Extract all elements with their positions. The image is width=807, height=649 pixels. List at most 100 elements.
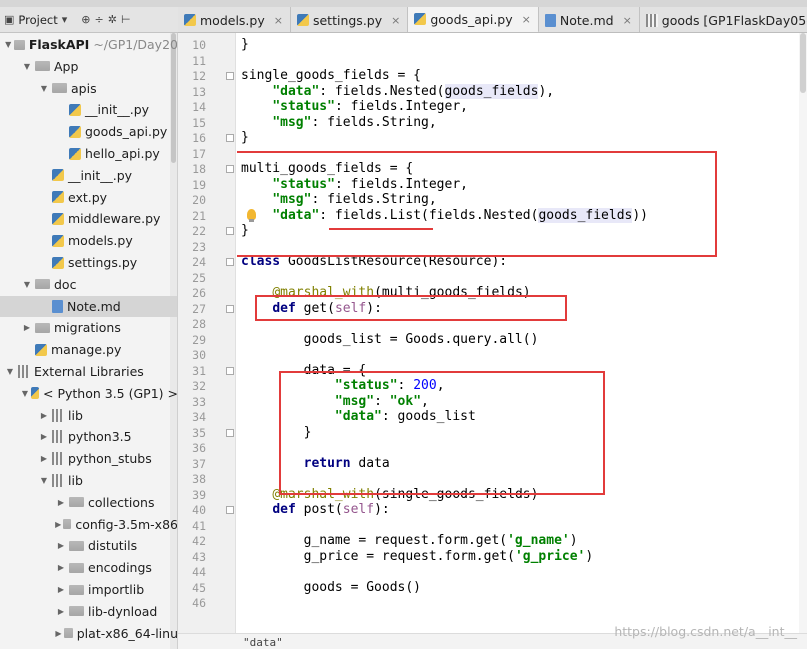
- tree-item[interactable]: goods_api.py: [0, 121, 177, 142]
- line-number: 30: [192, 348, 206, 362]
- fold-marker-icon[interactable]: [226, 227, 234, 235]
- fold-marker-icon[interactable]: [226, 366, 234, 375]
- fold-marker-icon[interactable]: [226, 506, 234, 514]
- tree-item[interactable]: ▼ < Python 3.5 (GP1) >: [0, 383, 177, 404]
- tree-item[interactable]: __init__.py: [0, 99, 177, 120]
- tree-item[interactable]: ▼ apis: [0, 78, 177, 99]
- editor-scroll-thumb[interactable]: [800, 33, 806, 93]
- tree-item[interactable]: ▼ lib: [0, 470, 177, 491]
- expand-arrow-icon[interactable]: ▼: [21, 389, 29, 398]
- folder-icon: [69, 540, 84, 551]
- code-line[interactable]: def post(self):: [241, 502, 389, 517]
- collapse-arrow-icon[interactable]: ▶: [55, 498, 67, 507]
- close-icon[interactable]: ×: [623, 14, 632, 27]
- tab-models[interactable]: models.py ×: [178, 7, 291, 32]
- settings-icon[interactable]: ✲: [108, 13, 117, 26]
- tab-goods_api[interactable]: goods_api.py ×: [408, 7, 539, 32]
- tree-item[interactable]: ext.py: [0, 187, 177, 208]
- folder-icon: [63, 519, 72, 530]
- fold-marker-icon[interactable]: [226, 72, 234, 80]
- expand-arrow-icon[interactable]: ▼: [38, 84, 50, 93]
- tab-Note[interactable]: Note.md ×: [538, 7, 640, 32]
- close-icon[interactable]: ×: [391, 14, 400, 27]
- tree-item[interactable]: __init__.py: [0, 165, 177, 186]
- collapse-arrow-icon[interactable]: ▶: [38, 432, 50, 441]
- tree-item[interactable]: ▶ python_stubs: [0, 448, 177, 469]
- expand-arrow-icon[interactable]: ▼: [21, 280, 33, 289]
- code-token: 'g_price': [514, 548, 586, 564]
- tree-item[interactable]: middleware.py: [0, 208, 177, 229]
- collapse-arrow-icon[interactable]: ▶: [55, 585, 67, 594]
- project-view-icon[interactable]: ▣: [4, 13, 14, 26]
- close-icon[interactable]: ×: [274, 14, 283, 27]
- tree-item[interactable]: ▶ encodings: [0, 557, 177, 578]
- code-line[interactable]: "status": fields.Integer,: [241, 99, 468, 114]
- line-number: 17: [192, 146, 206, 161]
- code-line[interactable]: goods = Goods(): [241, 580, 421, 595]
- tree-item[interactable]: models.py: [0, 230, 177, 251]
- tree-item[interactable]: ▼ doc: [0, 274, 177, 295]
- tree-item[interactable]: ▶ importlib: [0, 579, 177, 600]
- fold-marker-icon[interactable]: [226, 134, 234, 142]
- collapse-arrow-icon[interactable]: ▶: [55, 629, 62, 638]
- code-line[interactable]: "msg": fields.String,: [241, 114, 437, 130]
- code-editor[interactable]: } single_goods_fields = { "data": fields.…: [237, 33, 807, 633]
- tree-item[interactable]: ▶ config-3.5m-x86: [0, 514, 177, 535]
- code-line[interactable]: }: [241, 130, 249, 145]
- close-icon[interactable]: ×: [522, 13, 531, 26]
- code-token: "status": [272, 99, 335, 114]
- fold-marker-icon[interactable]: [226, 165, 234, 173]
- dropdown-icon[interactable]: ▾: [62, 13, 68, 26]
- code-line[interactable]: g_price = request.form.get('g_price'): [241, 548, 594, 564]
- folder-icon: [14, 39, 25, 50]
- fold-marker-icon[interactable]: [226, 258, 234, 266]
- code-line[interactable]: }: [241, 37, 249, 52]
- collapse-arrow-icon[interactable]: ▶: [38, 454, 50, 463]
- gear-icon[interactable]: ⊕: [81, 13, 90, 26]
- editor-scrollbar[interactable]: [799, 33, 807, 633]
- collapse-arrow-icon[interactable]: ▶: [55, 541, 67, 550]
- code-token: g_name = request.form.get(: [241, 533, 508, 548]
- collapse-arrow-icon[interactable]: ▶: [55, 607, 67, 616]
- code-line[interactable]: goods_list = Goods.query.all(): [241, 332, 539, 347]
- collapse-arrow-icon[interactable]: ▶: [38, 411, 50, 420]
- project-view-label[interactable]: Project: [18, 13, 57, 27]
- tree-item[interactable]: ▶ collections: [0, 492, 177, 513]
- tree-item[interactable]: settings.py: [0, 252, 177, 273]
- tree-item[interactable]: manage.py: [0, 339, 177, 360]
- tab-settings[interactable]: settings.py ×: [290, 7, 409, 32]
- code-line[interactable]: "data": fields.Nested(goods_fields),: [241, 83, 554, 99]
- code-line[interactable]: single_goods_fields = {: [241, 68, 421, 83]
- tree-item[interactable]: ▼ FlaskAPI ~/GP1/Day20: [0, 34, 177, 55]
- code-line[interactable]: g_name = request.form.get('g_name'): [241, 533, 578, 548]
- tree-item[interactable]: hello_api.py: [0, 143, 177, 164]
- tree-item[interactable]: ▶ migrations: [0, 317, 177, 338]
- line-number: 20: [192, 193, 206, 207]
- hide-icon[interactable]: ⊢: [121, 13, 131, 26]
- tree-item[interactable]: ▼ External Libraries: [0, 361, 177, 382]
- fold-marker-icon[interactable]: [226, 428, 234, 437]
- split-icon[interactable]: ÷: [95, 13, 104, 26]
- fold-marker-icon[interactable]: [226, 304, 234, 313]
- tree-item[interactable]: Note.md: [0, 295, 177, 317]
- path-strip: [0, 0, 807, 7]
- tree-item[interactable]: ▶ lib: [0, 405, 177, 426]
- expand-arrow-icon[interactable]: ▼: [4, 40, 12, 49]
- tree-item[interactable]: ▶ plat-x86_64-linu: [0, 623, 178, 644]
- tab-goods[interactable]: goods [GP1FlaskDay05@localhost: [639, 7, 807, 32]
- line-number: 12: [192, 69, 206, 83]
- tree-item[interactable]: ▼ App: [0, 56, 177, 77]
- collapse-arrow-icon[interactable]: ▶: [55, 520, 61, 529]
- expand-arrow-icon[interactable]: ▼: [38, 476, 50, 485]
- expand-arrow-icon[interactable]: ▼: [4, 367, 16, 376]
- code-token: : fields.String,: [311, 114, 437, 130]
- annotation-box-multi-goods-fields: [237, 151, 717, 257]
- tree-item[interactable]: ▶ distutils: [0, 535, 177, 556]
- tree-item[interactable]: ▶ lib-dynload: [0, 601, 177, 622]
- expand-arrow-icon[interactable]: ▼: [21, 62, 33, 71]
- tree-item[interactable]: ▶ python3.5: [0, 426, 177, 447]
- collapse-arrow-icon[interactable]: ▶: [21, 323, 33, 332]
- tree-item-label: plat-x86_64-linu: [76, 625, 178, 641]
- collapse-arrow-icon[interactable]: ▶: [55, 563, 67, 572]
